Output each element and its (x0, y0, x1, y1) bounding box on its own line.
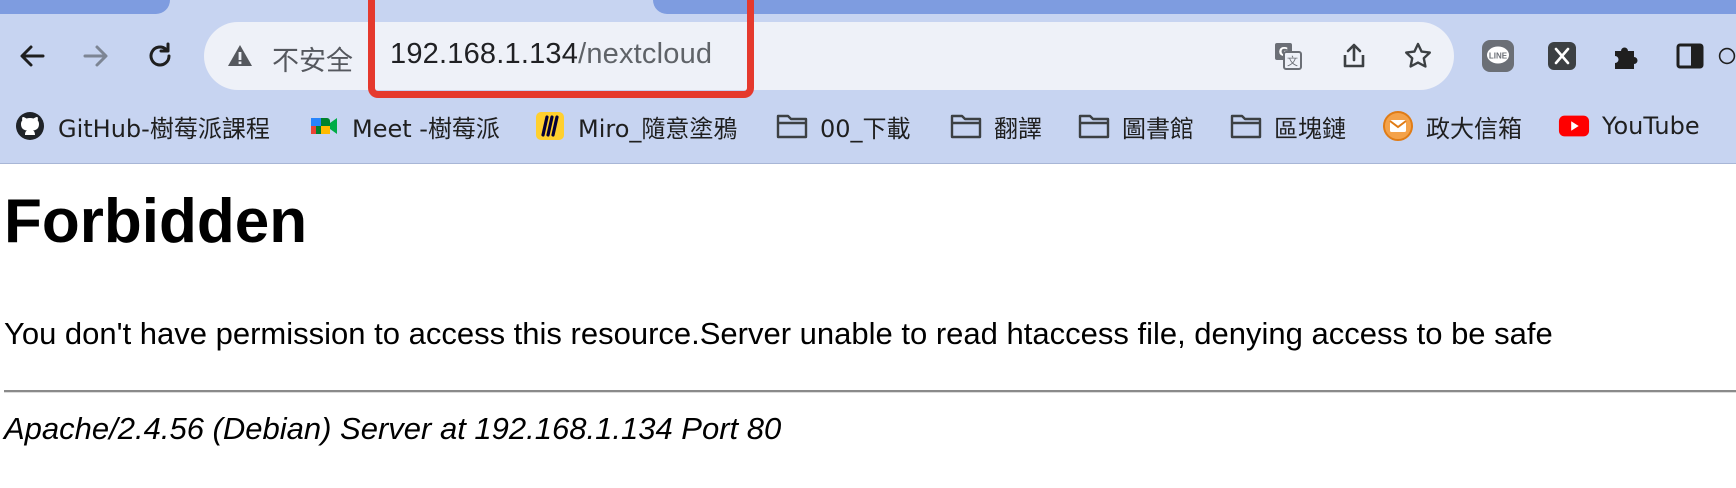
reload-button[interactable] (138, 34, 182, 78)
puzzle-icon (1615, 47, 1638, 69)
line-extension-button[interactable]: LINE (1478, 36, 1518, 76)
bookmark-nccu-mail[interactable]: 政大信箱 (1382, 104, 1522, 148)
side-panel-button[interactable] (1670, 36, 1710, 76)
tab-strip (0, 0, 1736, 14)
reload-icon (149, 42, 171, 67)
bookmark-label: 圖書館 (1122, 114, 1194, 143)
bookmark-label: 政大信箱 (1426, 114, 1522, 143)
share-icon (1343, 43, 1365, 68)
folder-icon (1230, 110, 1262, 142)
bookmark-star-button[interactable] (1400, 38, 1436, 74)
profile-button[interactable] (1718, 36, 1736, 76)
error-message: You don't have permission to access this… (4, 316, 1553, 351)
bookmark-label: GitHub-樹莓派課程 (58, 114, 270, 143)
star-icon (1405, 42, 1431, 68)
bookmark-meet[interactable]: Meet -樹莓派 (308, 104, 500, 148)
mail-icon (1382, 110, 1414, 142)
inactive-tab[interactable] (0, 0, 170, 14)
forward-button[interactable] (74, 34, 118, 78)
back-button[interactable] (10, 34, 54, 78)
youtube-icon (1558, 110, 1590, 142)
sidepanel-icon (1676, 43, 1704, 69)
bookmark-label: Meet -樹莓派 (352, 114, 500, 143)
bookmark-label: YouTube (1602, 112, 1700, 140)
avatar-icon (1718, 47, 1736, 65)
folder-icon (950, 110, 982, 142)
x-icon (1548, 42, 1576, 70)
server-signature: Apache/2.4.56 (Debian) Server at 192.168… (4, 411, 782, 446)
bookmark-github[interactable]: GitHub-樹莓派課程 (14, 104, 270, 148)
translate-button[interactable]: G文 (1270, 38, 1306, 74)
forward-icon (83, 45, 108, 67)
bookmark-folder-blockchain[interactable]: 區塊鏈 (1230, 104, 1346, 148)
bookmark-label: Miro_隨意塗鴉 (578, 114, 738, 143)
x-extension-button[interactable] (1542, 36, 1582, 76)
back-icon (20, 45, 45, 67)
meet-icon (308, 110, 340, 142)
bookmark-label: 00_下載 (820, 114, 911, 143)
inactive-tab[interactable] (653, 0, 1736, 14)
page-content: Forbidden You don't have permission to a… (0, 164, 1736, 488)
translate-icon: G文 (1275, 43, 1302, 70)
bookmark-miro[interactable]: Miro_隨意塗鴉 (534, 104, 737, 148)
svg-text:LINE: LINE (1489, 52, 1508, 61)
browser-chrome: 不安全 192.168.1.134/nextcloud G文 LINE GitH… (0, 0, 1736, 164)
svg-text:文: 文 (1287, 54, 1298, 68)
page-title: Forbidden (4, 187, 308, 256)
divider (4, 390, 1736, 393)
security-status-label[interactable]: 不安全 (272, 39, 353, 78)
warning-icon[interactable] (226, 42, 254, 70)
bookmark-folder-translate[interactable]: 翻譯 (950, 104, 1042, 148)
bookmark-label: 翻譯 (994, 114, 1042, 143)
bookmark-label: 區塊鏈 (1274, 114, 1346, 143)
folder-icon (776, 110, 808, 142)
bookmark-folder-library[interactable]: 圖書館 (1078, 104, 1194, 148)
github-icon (14, 110, 46, 142)
bookmarks-bar: GitHub-樹莓派課程 Meet -樹莓派 Miro_隨意塗鴉 00_下載 翻… (0, 104, 1736, 148)
bookmark-folder-downloads[interactable]: 00_下載 (776, 104, 911, 148)
folder-icon (1078, 110, 1110, 142)
extensions-button[interactable] (1606, 36, 1646, 76)
share-button[interactable] (1336, 38, 1372, 74)
line-icon: LINE (1482, 40, 1514, 72)
miro-icon (534, 110, 566, 142)
bookmark-youtube[interactable]: YouTube (1558, 104, 1700, 148)
url-highlight-box (368, 0, 754, 98)
